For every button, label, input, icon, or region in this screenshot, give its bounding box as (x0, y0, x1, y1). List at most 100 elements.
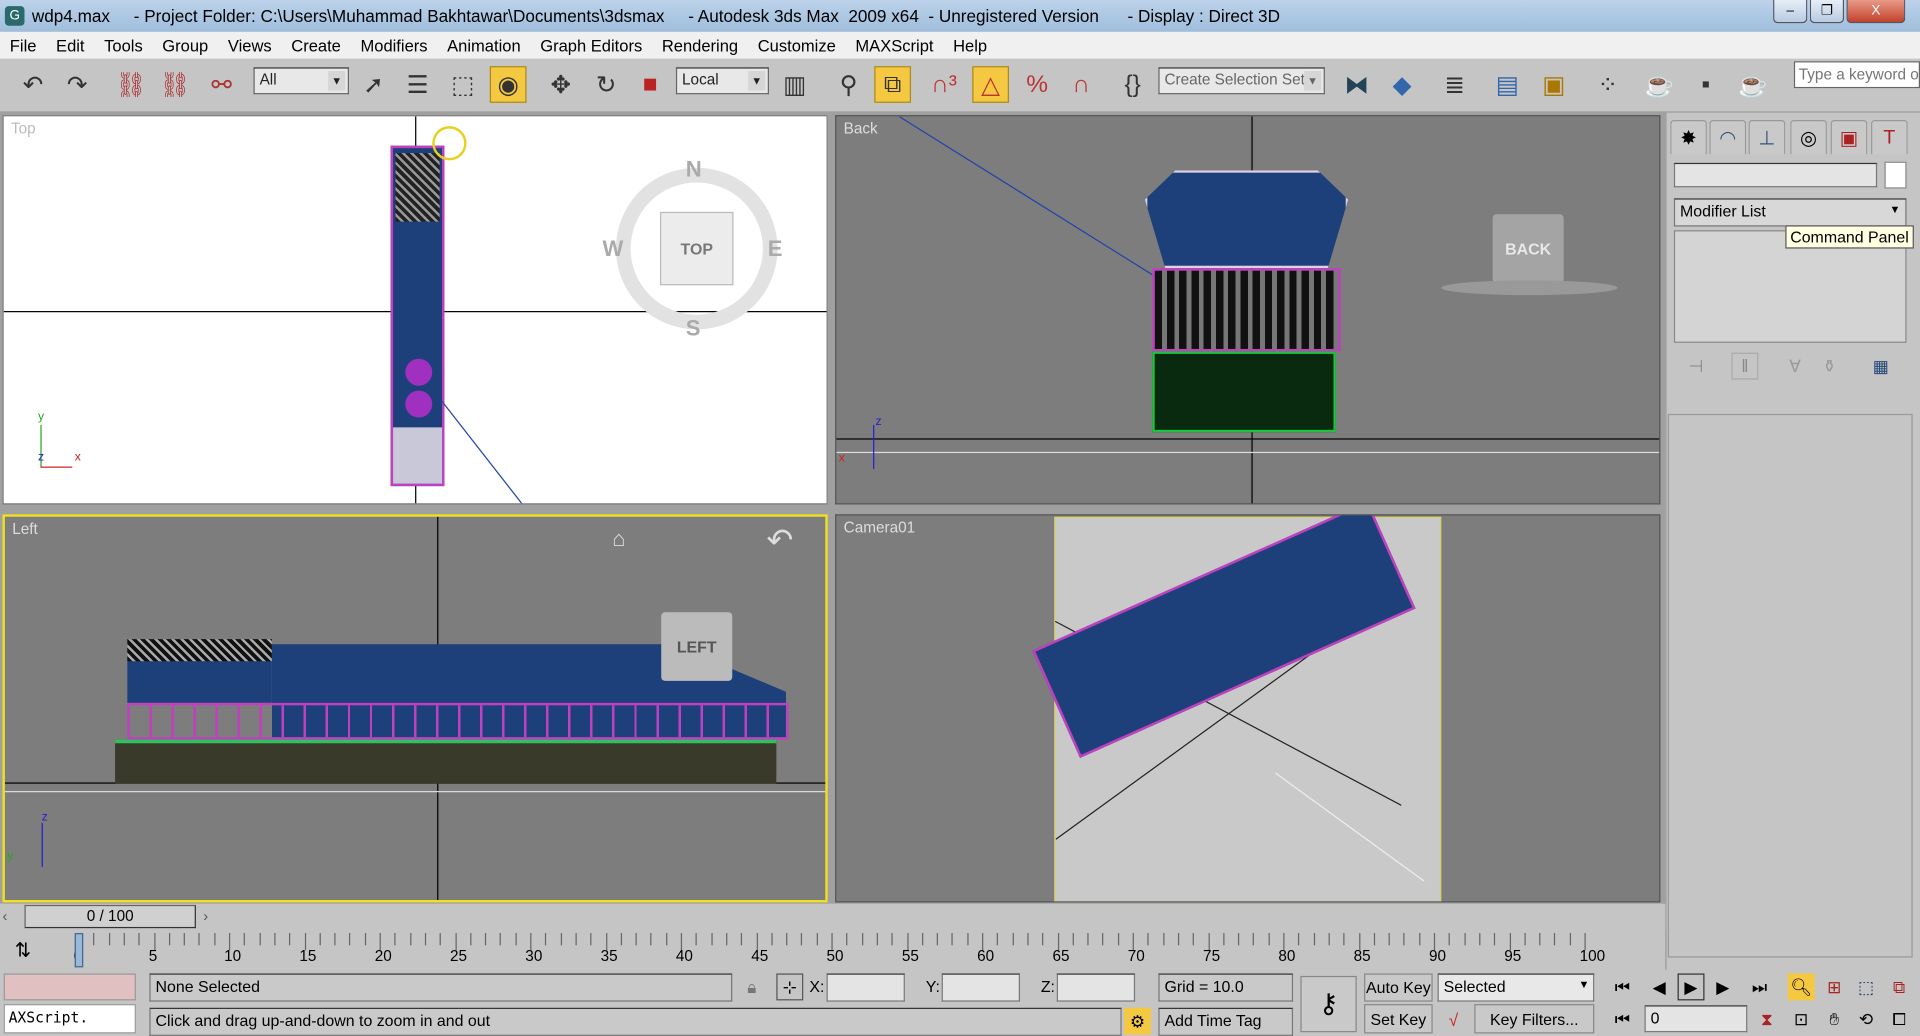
mirror-icon[interactable]: ⧓ (1338, 66, 1375, 103)
material-editor-icon[interactable]: ⁘ (1589, 66, 1626, 103)
home-icon[interactable]: ⌂ (612, 527, 625, 553)
absolute-transform-icon[interactable]: ⊹ (776, 973, 804, 1001)
viewcube-face[interactable]: TOP (660, 211, 734, 286)
keyboard-shortcut-override-icon[interactable]: ⧉ (874, 66, 912, 103)
default-in-out-tangent-icon[interactable]: √ (1440, 1007, 1467, 1034)
move-icon[interactable]: ✥ (542, 66, 579, 103)
field-of-view-icon[interactable]: ⊡ (1788, 1005, 1815, 1032)
viewport-camera[interactable]: Camera01 (835, 514, 1661, 903)
time-slider-track[interactable] (0, 903, 1666, 931)
z-coordinate-field[interactable] (1056, 973, 1136, 1002)
key-filters-button[interactable]: Key Filters... (1474, 1004, 1595, 1034)
window-crossing-icon[interactable]: ◉ (489, 66, 527, 103)
object-color-swatch[interactable] (1884, 161, 1907, 189)
pan-view-icon[interactable]: ✋︎ (1821, 1005, 1848, 1032)
display-tab-icon[interactable]: ▣ (1830, 120, 1868, 155)
rotate-view-icon[interactable]: ↶ (767, 522, 794, 560)
add-time-tag-button[interactable]: Add Time Tag (1158, 1007, 1294, 1036)
orbit-icon[interactable]: ⟲ (1853, 1005, 1880, 1032)
object-name-field[interactable] (1673, 162, 1878, 188)
align-icon[interactable]: ◆ (1384, 66, 1421, 103)
go-to-start-icon[interactable]: ⏮ (1609, 973, 1636, 1000)
close-button[interactable]: X (1846, 0, 1906, 24)
x-coordinate-field[interactable] (826, 973, 905, 1002)
menu-group[interactable]: Group (153, 36, 219, 54)
viewcube-face[interactable]: BACK (1492, 214, 1564, 283)
utilities-tab-icon[interactable]: T (1871, 120, 1908, 155)
angle-snap-icon[interactable]: △ (972, 66, 1009, 103)
next-frame-icon[interactable]: ▶ (1709, 973, 1736, 1000)
render-setup-icon[interactable]: ☕ (1641, 66, 1678, 103)
previous-frame-icon[interactable]: ◀ (1646, 973, 1673, 1000)
minimize-button[interactable]: – (1773, 0, 1808, 24)
menu-maxscript[interactable]: MAXScript (846, 36, 944, 54)
zoom-extents-icon[interactable]: ⬚ (1853, 973, 1880, 1000)
auto-key-button[interactable]: Auto Key (1364, 973, 1433, 1002)
menu-create[interactable]: Create (281, 36, 350, 54)
select-manipulate-icon[interactable]: ⚲ (830, 66, 867, 103)
remove-modifier-icon[interactable]: ⚱ (1816, 353, 1843, 380)
pivot-center-icon[interactable]: ▥ (776, 66, 813, 103)
set-key-button[interactable]: Set Key (1364, 1004, 1433, 1034)
menu-edit[interactable]: Edit (46, 36, 94, 54)
maximize-viewport-icon[interactable]: ⧠ (1886, 1005, 1913, 1032)
mini-curve-editor-icon[interactable]: ⇅ (15, 938, 31, 962)
key-mode-toggle-icon[interactable]: ⏮ (1609, 1005, 1636, 1032)
time-slider-next-icon[interactable]: › (203, 907, 208, 924)
spinner-snap-icon[interactable]: ∩ (1063, 66, 1100, 103)
keyword-search-input[interactable] (1793, 61, 1920, 89)
menu-rendering[interactable]: Rendering (652, 36, 748, 54)
current-frame-marker[interactable] (74, 933, 84, 968)
scale-icon[interactable]: ■ (632, 66, 669, 103)
bind-space-warp-icon[interactable]: ⚯ (203, 66, 240, 103)
set-key-mode-key-icon[interactable]: ⚷ (1300, 975, 1357, 1033)
undo-icon[interactable]: ↶ (15, 66, 52, 103)
menu-views[interactable]: Views (218, 36, 281, 54)
select-by-name-icon[interactable]: ☰ (399, 66, 436, 103)
time-tag-icon[interactable]: ⚙ (1124, 1007, 1152, 1035)
modifier-list-dropdown[interactable]: Modifier List ▼ (1673, 198, 1907, 227)
viewport-label[interactable]: Back (844, 120, 878, 137)
selection-filter-dropdown[interactable]: All ▼ (253, 67, 349, 95)
select-and-link-icon[interactable]: ⛓ (113, 66, 150, 103)
make-unique-icon[interactable]: ∀ (1782, 353, 1809, 380)
selection-lock-icon[interactable]: 🔒︎ (738, 973, 765, 1000)
y-coordinate-field[interactable] (941, 973, 1021, 1002)
viewport-label[interactable]: Top (11, 120, 36, 137)
zoom-all-icon[interactable]: ⊞ (1821, 973, 1848, 1000)
menu-customize[interactable]: Customize (748, 36, 846, 54)
create-tab-icon[interactable]: ✸ (1670, 120, 1707, 155)
viewcube-face[interactable]: LEFT (661, 612, 733, 681)
viewcube-ring[interactable] (1441, 280, 1618, 296)
configure-modifier-sets-icon[interactable]: ▦ (1867, 353, 1894, 380)
viewport-back[interactable]: Back BACK z x (835, 115, 1661, 505)
snaps-toggle-icon[interactable]: ∩³ (926, 66, 963, 103)
hierarchy-tab-icon[interactable]: ⊥ (1748, 120, 1786, 155)
play-icon[interactable]: ▶ (1677, 973, 1705, 1001)
menu-tools[interactable]: Tools (94, 36, 152, 54)
redo-icon[interactable]: ↷ (59, 66, 96, 103)
viewport-left-active[interactable]: Left LEFT ⌂ ↶ z y (2, 514, 828, 903)
rotate-icon[interactable]: ↻ (588, 66, 625, 103)
motion-tab-icon[interactable]: ◎ (1790, 120, 1827, 155)
layer-manager-icon[interactable]: ≣ (1436, 66, 1473, 103)
key-mode-dropdown[interactable]: Selected ▼ (1437, 973, 1595, 1002)
track-bar[interactable]: 0510152025303540455055606570758085909510… (73, 933, 1605, 970)
named-selection-set-dropdown[interactable]: Create Selection Set ▼ (1158, 67, 1325, 95)
maxscript-listener-pink[interactable] (3, 973, 136, 1001)
zoom-icon[interactable]: 🔍︎ (1787, 973, 1815, 1001)
curve-editor-icon[interactable]: ▤ (1489, 66, 1526, 103)
menu-animation[interactable]: Animation (437, 36, 530, 54)
time-configuration-icon[interactable]: ⧗ (1753, 1005, 1780, 1032)
percent-snap-icon[interactable]: % (1019, 66, 1056, 103)
maximize-button[interactable]: ❐ (1809, 0, 1845, 24)
menu-modifiers[interactable]: Modifiers (351, 36, 438, 54)
menu-file[interactable]: File (0, 36, 46, 54)
rectangular-selection-icon[interactable]: ⬚ (444, 66, 481, 103)
reference-coordinate-dropdown[interactable]: Local ▼ (675, 67, 769, 95)
time-slider-thumb[interactable]: 0 / 100 (24, 904, 196, 929)
current-frame-field[interactable]: 0 (1644, 1005, 1748, 1033)
rendered-frame-window-icon[interactable]: ▪ (1687, 66, 1724, 103)
render-production-icon[interactable]: ☕ (1734, 66, 1771, 103)
pin-stack-icon[interactable]: ⊣ (1682, 353, 1709, 380)
